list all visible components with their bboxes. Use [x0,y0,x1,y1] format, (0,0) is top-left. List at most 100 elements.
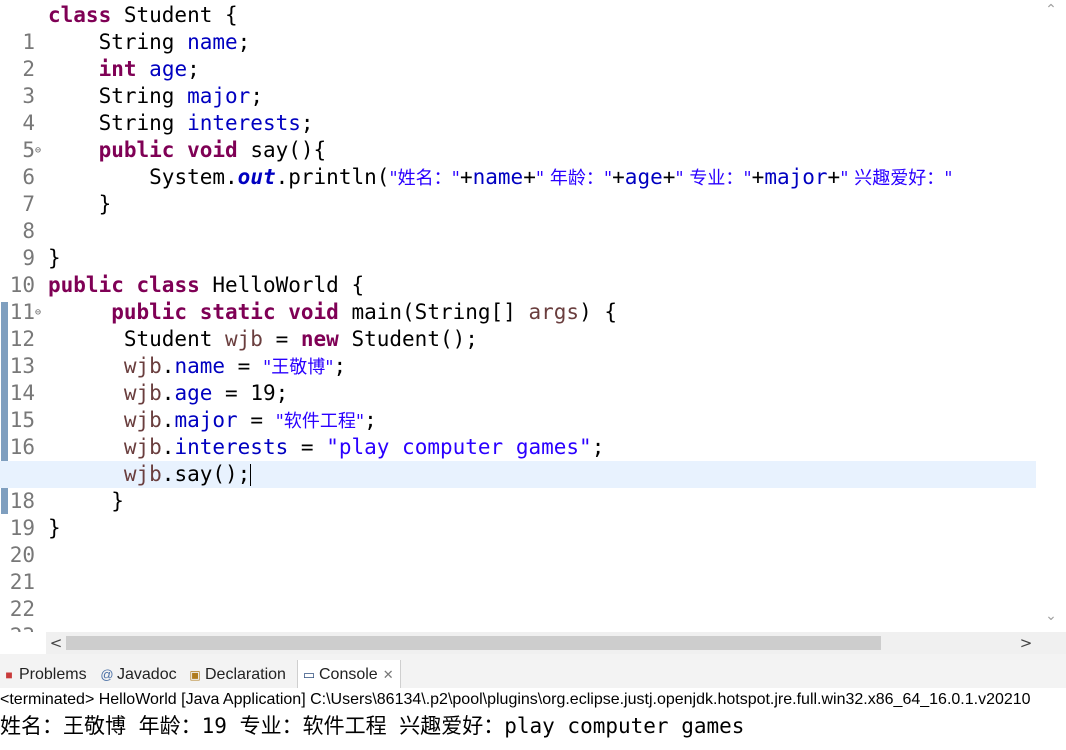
code-text: = [225,354,263,378]
scroll-down-arrow-icon[interactable]: ⌄ [1036,608,1066,624]
console-output[interactable]: 姓名：王敬博 年龄：19 专业：软件工程 兴趣爱好：play computer … [0,712,1066,740]
code-line[interactable]: 8 } [0,191,1036,243]
tab-label: Problems [19,666,87,683]
field-name: interests [174,435,289,459]
code-text: = [288,435,327,459]
operator: + [612,165,625,189]
code-line[interactable]: 1 class Student { [0,2,1036,54]
tab-declaration[interactable]: ▣ Declaration [188,660,286,688]
keyword: void [187,138,238,162]
operator: + [459,165,473,189]
code-text: Student { [111,3,238,27]
keyword: void [288,300,339,324]
code-text: ) { [579,300,617,324]
code-text: . [161,435,175,459]
local-variable: wjb [123,381,162,405]
code-text: } [98,192,112,216]
code-line[interactable]: 6 ⊖ public void say(){ [0,137,1036,189]
string-literal: " 专业：" [675,168,752,189]
code-text: ; [250,84,263,108]
collapse-fold-icon[interactable]: ⊖ [35,299,41,326]
code-line[interactable]: 14 wjb.name = "王敬博"; [0,353,1036,405]
code-line[interactable]: 16 wjb.major = "软件工程"; [0,407,1036,459]
code-text: . [161,381,175,405]
field-name: age [624,165,663,189]
code-text: say(){ [237,138,327,162]
code-text: = [262,327,301,351]
field-name: major [174,408,238,432]
console-status-line: <terminated> HelloWorld [Java Applicatio… [0,688,1066,712]
keyword: static [199,300,276,324]
code-line[interactable]: 13 Student wjb = new Student(); [0,326,1036,378]
code-line[interactable]: 17 wjb.interests = "play computer games"… [0,434,1036,486]
console-icon: ▭ [302,667,316,682]
code-text: ; [187,57,200,81]
code-line[interactable]: 19 } [0,488,1036,540]
keyword: public [111,300,188,324]
code-line[interactable]: 15 wjb.age = 19; [0,380,1036,432]
keyword: int [98,57,137,81]
code-text: . [161,354,175,378]
code-line[interactable]: 10 } [0,245,1036,297]
code-line[interactable]: 23 [0,596,1036,632]
collapse-fold-icon[interactable]: ⊖ [35,137,41,164]
code-line[interactable]: 2 String name; [0,29,1036,81]
code-line[interactable]: 3 int age; [0,56,1036,108]
field-name: major [187,84,251,108]
code-line[interactable]: 4 String major; [0,83,1036,135]
code-text: .say(); [161,462,251,486]
horizontal-scrollbar[interactable]: < > [46,632,1036,654]
tab-javadoc[interactable]: @ Javadoc [100,660,176,688]
scroll-right-arrow-icon[interactable]: > [1016,632,1036,654]
code-text: Student(); [338,327,478,351]
code-line[interactable]: 20 } [0,515,1036,567]
code-text: = [237,408,276,432]
code-text: ; [300,111,314,135]
string-literal: "软件工程" [275,411,365,432]
code-text: main(String[] [338,300,529,324]
keyword: public [48,273,124,297]
code-text: .println( [275,165,390,189]
code-editor[interactable]: 1 class Student { 2 String name; 3 int a… [0,0,1066,632]
code-text: ; [591,435,605,459]
operator: + [751,165,765,189]
tab-console[interactable]: ▭ Console ✕ [297,660,401,688]
code-line[interactable]: 5 String interests; [0,110,1036,162]
code-line[interactable]: 22 [0,569,1036,621]
tab-label: Console [319,666,378,683]
keyword: class [136,273,200,297]
code-text: } [48,246,61,270]
field-name: interests [187,111,301,135]
vertical-scrollbar[interactable]: ⌃ ⌄ [1036,0,1066,632]
keyword: class [48,3,112,27]
static-field: out [237,165,276,189]
javadoc-icon: @ [100,667,114,682]
string-literal: " 年龄：" [535,168,613,189]
code-line[interactable]: 11 public class HelloWorld { [0,272,1036,324]
view-tab-bar: ■ Problems @ Javadoc ▣ Declaration ▭ Console… [0,660,1066,689]
code-text: ; [333,354,347,378]
horizontal-scroll-thumb[interactable] [66,636,881,650]
scroll-left-arrow-icon[interactable]: < [46,632,66,654]
code-line[interactable]: 12 ⊖ public static void main(String[] ar… [0,299,1036,351]
scroll-up-arrow-icon[interactable]: ⌃ [1036,2,1066,18]
field-name: age [174,381,213,405]
field-name: name [174,354,226,378]
type-name: String [98,111,175,135]
close-icon[interactable]: ✕ [383,667,394,682]
string-literal: "王敬博" [262,357,334,378]
parameter-name: args [528,300,580,324]
tab-problems[interactable]: ■ Problems [2,660,87,688]
code-text: ; [364,408,377,432]
code-text: } [48,516,61,540]
code-line[interactable]: 9 [0,218,1036,270]
field-name: major [764,165,828,189]
type-name: String [98,84,175,108]
local-variable: wjb [123,354,162,378]
code-line[interactable]: 7 System.out.println("姓名："+name+" 年龄："+a… [0,164,1036,216]
code-text: = 19; [212,381,289,405]
code-line[interactable]: 21 [0,542,1036,594]
code-text: } [111,489,124,513]
scrollbar-corner [1036,632,1066,654]
current-code-line[interactable]: 18 wjb.say(); [0,461,1036,513]
